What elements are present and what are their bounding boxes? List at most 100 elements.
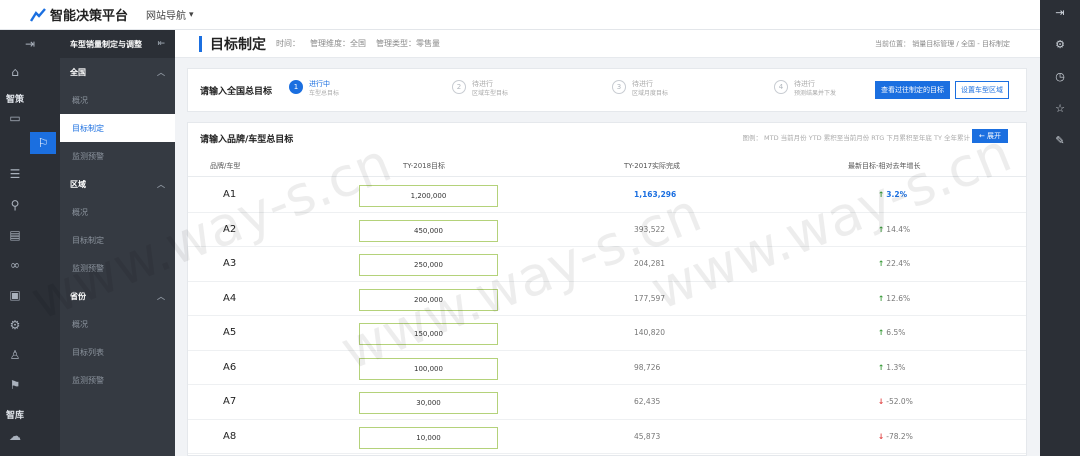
group-province[interactable]: 省份 ︿ (60, 282, 175, 310)
expand-button[interactable]: ← 展开 (972, 129, 1008, 143)
target-input[interactable]: 10,000 (359, 426, 498, 449)
collapse-icon[interactable]: ⇤ (157, 39, 165, 49)
chevron-up-icon: ︿ (157, 291, 165, 301)
target-input[interactable]: 250,000 (359, 254, 498, 276)
prev-year-value: 140,820 (634, 328, 666, 337)
right-toolbar: ⇥ ⚙ ◷ ☆ ✎ (1040, 0, 1080, 456)
view-past-targets-button[interactable]: 查看过往制定的目标 (875, 81, 950, 99)
menu-region-overview[interactable]: 概况 (60, 198, 175, 226)
sub-menu: 车型销量制定与调整 ⇤ 全国 ︿ 概况 目标制定 监测预警 区域 ︿ 概况 目标… (60, 30, 175, 456)
target-input[interactable]: 450,000 (359, 219, 498, 242)
menu-region-target[interactable]: 目标制定 (60, 226, 175, 254)
step-2[interactable]: 2 待进行 区域车型目标 (452, 79, 508, 98)
app-logo[interactable]: 智能决策平台 (30, 5, 128, 24)
menu-national-target[interactable]: 目标制定 (60, 114, 175, 142)
target-input[interactable]: 30,000 (359, 392, 498, 414)
step-desc: 车型总目标 (309, 90, 340, 97)
user-icon[interactable]: ♙ (0, 345, 30, 365)
col-target: TY-2018目标 (403, 162, 446, 170)
table-row: A4 200,000 177,597 ↑ 12.6% (188, 282, 1026, 316)
prev-year-value: 45,873 (634, 431, 661, 441)
prev-year-value: 1,163,296 (634, 190, 677, 199)
table-row: A5 150,000 140,820 ↑ 6.5% (188, 316, 1026, 351)
target-nav-icon[interactable]: ⚐ (30, 132, 56, 154)
dimension-label: 管理维度：全国 (310, 39, 366, 48)
logo-icon (30, 7, 46, 22)
menu-national-monitor[interactable]: 监测预警 (60, 142, 175, 170)
exit-icon[interactable]: ⇥ (1040, 6, 1080, 19)
group-region[interactable]: 区域 ︿ (60, 170, 175, 198)
step-number: 4 (774, 80, 788, 94)
col-model: 品牌/车型 (210, 162, 241, 170)
settings-icon[interactable]: ⚙ (1040, 38, 1080, 51)
table-row: A7 30,000 62,435 ↓ -52.0% (188, 385, 1026, 420)
model-name: A7 (223, 396, 237, 407)
icon-sidebar: ⇥ ⌂ 智策 ▭ ⚐ ☰ ⚲ ▤ ∞ ▣ ⚙ ♙ ⚑ 智库 ☁ (0, 30, 60, 456)
menu-province-list[interactable]: 目标列表 (60, 338, 175, 366)
app-root: 智能决策平台 网站导航 ▾ ⇥ ⌂ 智策 ▭ ⚐ ☰ ⚲ ▤ ∞ ▣ ⚙ ♙ ⚑… (0, 0, 1080, 456)
growth-percent: -78.2% (886, 431, 913, 441)
menu-province-overview[interactable]: 概况 (60, 310, 175, 338)
step-3[interactable]: 3 待进行 区域月度目标 (612, 79, 668, 98)
arrow-up-icon: ↑ (878, 362, 885, 372)
model-name: A4 (223, 292, 237, 304)
growth-value: ↑ 1.3% (878, 363, 905, 372)
group-province-label: 省份 (70, 291, 86, 301)
table-row: A6 100,000 98,726 ↑ 1.3% (188, 351, 1026, 385)
submenu-top-title[interactable]: 车型销量制定与调整 ⇤ (60, 30, 175, 58)
legend-filters: 图例： MTD 当前月份 YTD 累积至当前月份 RTG 下月累积至年底 TY … (742, 134, 970, 142)
growth-percent: 14.4% (886, 224, 911, 234)
type-label: 管理类型：零售量 (376, 39, 440, 48)
file-icon[interactable]: ▭ (0, 110, 30, 126)
cloud-icon[interactable]: ☁ (0, 428, 30, 444)
table-row: A1 1,200,000 1,163,296 ↑ 3.2% (188, 178, 1026, 213)
doc-icon[interactable]: ▤ (0, 225, 30, 245)
search-icon[interactable]: ⚲ (0, 195, 30, 215)
menu-region-monitor[interactable]: 监测预警 (60, 254, 175, 282)
step-4[interactable]: 4 待进行 预测结果并下发 (774, 79, 836, 98)
set-model-region-button[interactable]: 设置车型区域 (955, 81, 1009, 99)
site-nav-label: 网站导航 (146, 11, 187, 22)
arrow-down-icon: ↓ (878, 397, 885, 406)
arrow-down-icon: ↓ (878, 431, 885, 441)
step-status: 待进行 (794, 80, 815, 88)
target-input[interactable]: 200,000 (359, 288, 498, 311)
step-desc: 区域车型目标 (472, 90, 509, 97)
target-input[interactable]: 150,000 (359, 323, 498, 345)
prev-year-value: 62,435 (634, 397, 661, 406)
col-prev: TY-2017实际完成 (624, 162, 681, 170)
menu-province-monitor[interactable]: 监测预警 (60, 366, 175, 394)
growth-percent: 3.2% (886, 190, 908, 199)
target-input[interactable]: 100,000 (359, 357, 498, 380)
col-growth: 最新目标-相对去年增长 (848, 162, 921, 170)
star-icon[interactable]: ☆ (1040, 102, 1080, 115)
group-national[interactable]: 全国 ︿ (60, 58, 175, 86)
chevron-down-icon: ▾ (189, 9, 194, 20)
target-input[interactable]: 1,200,000 (359, 185, 498, 207)
home-icon[interactable]: ⌂ (0, 62, 30, 82)
logout-icon[interactable]: ⇥ (0, 34, 60, 54)
chevron-up-icon: ︿ (157, 179, 165, 189)
edit-icon[interactable]: ✎ (1040, 134, 1080, 147)
growth-value: ↑ 6.5% (878, 328, 905, 337)
monitor-icon[interactable]: ▣ (0, 285, 30, 305)
link-icon[interactable]: ∞ (0, 255, 30, 275)
growth-percent: 6.5% (886, 328, 906, 337)
chevron-up-icon: ︿ (157, 67, 165, 77)
step-number: 1 (289, 80, 303, 94)
list-icon[interactable]: ☰ (0, 164, 30, 184)
step-status: 待进行 (632, 80, 653, 88)
prev-year-value: 393,522 (634, 224, 666, 234)
group-national-label: 全国 (70, 67, 86, 77)
step-1[interactable]: 1 进行中 车型总目标 (289, 79, 339, 98)
prev-year-value: 204,281 (634, 259, 666, 268)
menu-national-overview[interactable]: 概况 (60, 86, 175, 114)
title-accent-bar (199, 35, 202, 52)
model-name: A5 (223, 327, 237, 338)
expand-label: 展开 (987, 132, 1002, 140)
arrow-up-icon: ↑ (878, 328, 885, 337)
location-icon[interactable]: ⚑ (0, 375, 30, 395)
clock-icon[interactable]: ◷ (1040, 70, 1080, 83)
gear-icon[interactable]: ⚙ (0, 315, 30, 335)
site-nav-dropdown[interactable]: 网站导航 ▾ (146, 7, 194, 23)
